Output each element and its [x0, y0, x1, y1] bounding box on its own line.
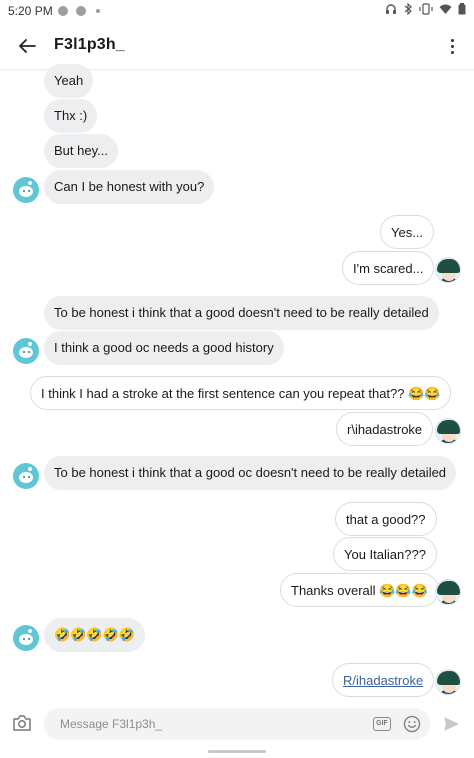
message-bubble: I think I had a stroke at the first sent… — [30, 376, 452, 410]
camera-button[interactable] — [12, 714, 32, 732]
gesture-nav-handle[interactable] — [208, 750, 266, 753]
sender-avatar[interactable] — [13, 177, 39, 203]
status-icons — [385, 3, 466, 15]
message-bubble: Thx :) — [44, 99, 98, 133]
avatar-eye — [28, 476, 30, 478]
message-bubble: r\ihadastroke — [336, 412, 434, 446]
headphones-icon — [386, 4, 396, 14]
message-bubble: R/ihadastroke — [332, 663, 435, 697]
avatar-eye — [23, 476, 25, 478]
avatar-eye — [23, 190, 25, 192]
more-vertical-icon — [450, 38, 454, 42]
chat-title[interactable]: F3l1p3h_ — [54, 36, 125, 54]
sender-avatar[interactable] — [13, 625, 39, 651]
avatar-antenna — [28, 467, 32, 471]
message-bubble: Yes... — [380, 215, 435, 249]
camera-icon — [13, 715, 31, 731]
chat-header: F3l1p3h_ — [0, 22, 474, 70]
avatar-eye — [28, 351, 30, 353]
avatar-antenna — [28, 629, 32, 633]
message-bubble: I think a good oc needs a good history — [44, 331, 284, 365]
own-avatar[interactable] — [435, 669, 461, 695]
message-bubble: I'm scared... — [342, 251, 435, 285]
status-time: 5:20 PM — [8, 4, 53, 18]
avatar-eye — [28, 190, 30, 192]
emoji-button[interactable] — [403, 715, 421, 733]
status-bar: 5:20 PM — [0, 0, 474, 22]
message-bubble: Thanks overall 😂😂😂 — [280, 573, 439, 607]
back-button[interactable] — [12, 32, 42, 60]
own-avatar[interactable] — [435, 257, 461, 283]
bluetooth-icon — [404, 3, 412, 15]
message-bubble: To be honest i think that a good oc does… — [44, 456, 457, 490]
avatar-antenna — [28, 342, 32, 346]
avatar-head — [19, 472, 33, 483]
more-options-button[interactable] — [444, 34, 460, 58]
avatar-hair — [437, 581, 460, 595]
message-link[interactable]: R/ihadastroke — [343, 673, 423, 688]
arrow-left-icon — [19, 39, 36, 53]
more-vertical-icon-dot — [450, 50, 454, 54]
message-bubble: You Italian??? — [333, 537, 437, 571]
notification-dot-icon — [58, 6, 68, 16]
battery-icon — [458, 3, 466, 15]
smiley-icon — [403, 715, 421, 733]
vibrate-icon — [419, 3, 433, 15]
message-bubble: Can I be honest with you? — [44, 170, 215, 204]
message-composer: GIF — [0, 704, 474, 744]
avatar-antenna — [28, 181, 32, 185]
avatar-hair — [437, 420, 460, 434]
sender-avatar[interactable] — [13, 463, 39, 489]
send-icon — [444, 717, 459, 731]
gif-button[interactable]: GIF — [373, 717, 391, 731]
avatar-eye — [23, 351, 25, 353]
more-notifications-icon — [96, 9, 100, 13]
send-button[interactable] — [442, 715, 460, 733]
avatar-hair — [437, 259, 460, 273]
message-bubble: But hey... — [44, 134, 118, 168]
avatar-head — [19, 186, 33, 197]
avatar-head — [19, 634, 33, 645]
message-bubble: Yeah — [44, 64, 94, 98]
more-vertical-icon-dot — [450, 44, 454, 48]
message-bubble: that a good?? — [335, 502, 437, 536]
avatar-hair — [437, 671, 460, 685]
wifi-icon — [439, 4, 452, 14]
avatar-head — [19, 347, 33, 358]
message-bubble: To be honest i think that a good doesn't… — [44, 296, 439, 330]
avatar-eye — [28, 638, 30, 640]
own-avatar[interactable] — [435, 418, 461, 444]
message-bubble: 🤣🤣🤣🤣🤣 — [44, 618, 145, 652]
avatar-eye — [23, 638, 25, 640]
notification-dot-icon — [76, 6, 86, 16]
sender-avatar[interactable] — [13, 338, 39, 364]
own-avatar[interactable] — [435, 579, 461, 605]
